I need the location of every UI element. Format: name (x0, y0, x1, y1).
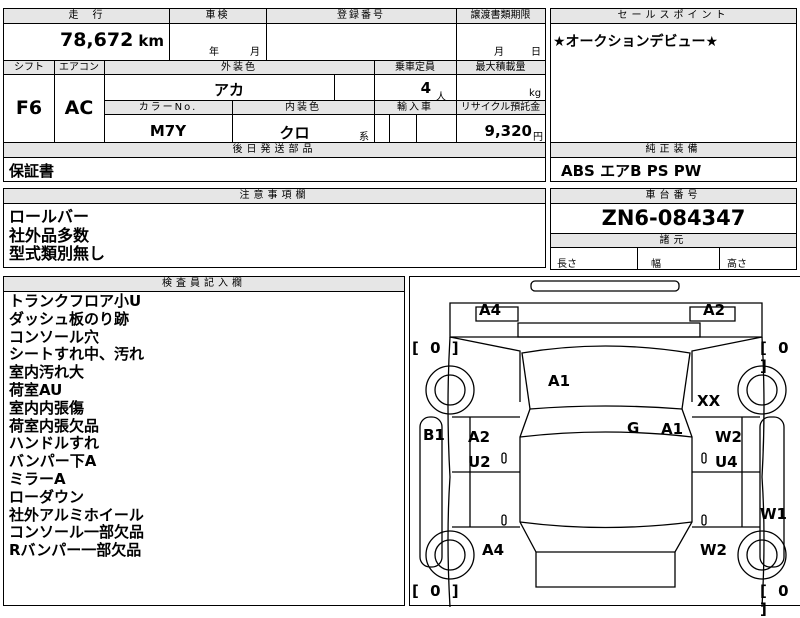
inspection-year-unit: 年 (209, 47, 219, 58)
transfer-month-unit: 月 (494, 47, 504, 58)
count-front-right: [ 0 ] (760, 339, 792, 375)
inspector-line: コンソール一部欠品 (9, 523, 145, 542)
inspector-line: Rバンパー一部欠品 (9, 541, 142, 560)
note-line: 社外品多数 (9, 225, 90, 245)
count-rear-left: [ 0 ] (412, 582, 462, 600)
transfer-day-unit: 日 (531, 47, 541, 58)
interior-color-header: 内装色 (285, 102, 321, 113)
inspector-line: バンパー下A (9, 452, 97, 471)
recycle-value: 9,320 (484, 122, 532, 140)
inspector-line: 荷室AU (9, 380, 63, 399)
damage-mark: A1 (661, 420, 684, 438)
color-no-value: M7Y (149, 122, 187, 140)
inspector-panel: 検査員記入欄 トランクフロア小U ダッシュ板のり跡 コンソール穴 シートすれ中、… (3, 276, 405, 606)
capacity-value: 4 (420, 79, 431, 97)
mileage-value: 78,672 (59, 29, 134, 51)
car-damage-diagram: [ 0 ] [ 0 ] [ 0 ] [ 0 ] A4 A2 A1 XX B1 A… (409, 276, 800, 618)
notes-list: ロールバー 社外品多数 型式類別無し (9, 207, 106, 264)
chassis-value: ZN6-084347 (601, 206, 746, 230)
genuine-equipment-panel: 純正装備 ABS エアB PS PW (550, 142, 797, 182)
sales-point-header: セールスポイント (551, 9, 796, 24)
genuine-equipment-header: 純正装備 (551, 143, 796, 158)
damage-mark: A4 (482, 541, 505, 559)
inspector-line: 室内内張傷 (9, 398, 85, 417)
dimensions-header: 諸元 (551, 233, 796, 248)
sales-point-panel: セールスポイント ★オークションデビュー★ (550, 8, 797, 143)
damage-mark: XX (697, 392, 721, 410)
mileage-unit: km (138, 32, 164, 50)
inspector-line: トランクフロア小U (9, 292, 142, 310)
damage-mark: A4 (479, 301, 502, 319)
inspector-line: ハンドルすれ (9, 434, 100, 453)
notes-header: 注意事項欄 (4, 189, 545, 204)
damage-mark: G (627, 419, 640, 437)
max-load-unit: kg (529, 88, 542, 99)
damage-mark: B1 (423, 426, 445, 444)
inspector-line: 社外アルミホイール (9, 505, 144, 524)
inspector-line: 室内汚れ大 (9, 363, 85, 382)
mileage-header: 走 行 (68, 10, 105, 21)
shipped-parts-header: 後日発送部品 (4, 143, 545, 158)
mileage-field: 78,672 km (4, 29, 164, 51)
ac-value: AC (64, 97, 94, 119)
genuine-equipment-text: ABS エアB PS PW (561, 162, 702, 180)
inspection-header: 車検 (205, 10, 230, 21)
count-front-left: [ 0 ] (412, 339, 462, 357)
length-label: 長さ (557, 259, 577, 270)
exterior-color-header: 外装色 (221, 62, 257, 73)
chassis-header: 車台番号 (551, 189, 796, 204)
width-label: 幅 (651, 259, 661, 270)
count-rear-right: [ 0 ] (760, 582, 792, 618)
inspector-list: トランクフロア小U ダッシュ板のり跡 コンソール穴 シートすれ中、汚れ 室内汚れ… (9, 292, 145, 560)
sales-point-text: ★オークションデビュー★ (553, 34, 719, 50)
import-header: 輸入車 (397, 102, 433, 113)
interior-color-suffix: 系 (359, 132, 369, 143)
chassis-panel: 車台番号 ZN6-084347 諸元 長さ 幅 高さ (550, 188, 797, 270)
inspection-month-unit: 月 (250, 47, 260, 58)
inspector-line: コンソール穴 (9, 327, 100, 346)
inspector-line: シートすれ中、汚れ (9, 345, 145, 364)
damage-mark: W2 (715, 428, 742, 446)
recycle-unit: 円 (533, 132, 543, 143)
note-line: ロールバー (9, 207, 90, 226)
damage-mark: A2 (468, 428, 491, 446)
shipped-parts-text: 保証書 (9, 162, 55, 180)
damage-mark: U2 (468, 453, 491, 471)
notes-panel: 注意事項欄 ロールバー 社外品多数 型式類別無し (3, 188, 546, 268)
inspector-line: ローダウン (9, 487, 85, 506)
interior-color-value: クロ (279, 124, 310, 142)
shift-header: シフト (14, 62, 44, 73)
spec-table: 走 行 車検 登録番号 譲渡書類期限 78,672 km 年 月 月 日 シフト… (3, 8, 546, 143)
damage-mark: A1 (548, 372, 571, 390)
max-load-header: 最大積載量 (475, 62, 526, 73)
height-label: 高さ (727, 259, 747, 270)
inspector-line: ダッシュ板のり跡 (9, 309, 130, 328)
recycle-header: リサイクル預託金 (460, 102, 541, 113)
damage-mark: A2 (703, 301, 726, 319)
capacity-header: 乗車定員 (395, 62, 435, 73)
color-no-header: カラーNo. (138, 102, 198, 113)
exterior-color-value: アカ (213, 81, 244, 99)
transfer-header: 譲渡書類期限 (470, 10, 531, 21)
damage-mark: W1 (760, 505, 787, 523)
damage-mark: W2 (700, 541, 727, 559)
inspector-line: ミラーA (9, 469, 66, 488)
ac-header: エアコン (59, 62, 99, 73)
note-line: 型式類別無し (9, 244, 106, 263)
shift-value: F6 (15, 97, 43, 119)
inspector-header: 検査員記入欄 (4, 277, 404, 292)
inspector-line: 荷室内張欠品 (9, 416, 100, 435)
shipped-parts-panel: 後日発送部品 保証書 (3, 142, 546, 182)
registration-header: 登録番号 (337, 10, 385, 21)
damage-mark: U4 (715, 453, 738, 471)
